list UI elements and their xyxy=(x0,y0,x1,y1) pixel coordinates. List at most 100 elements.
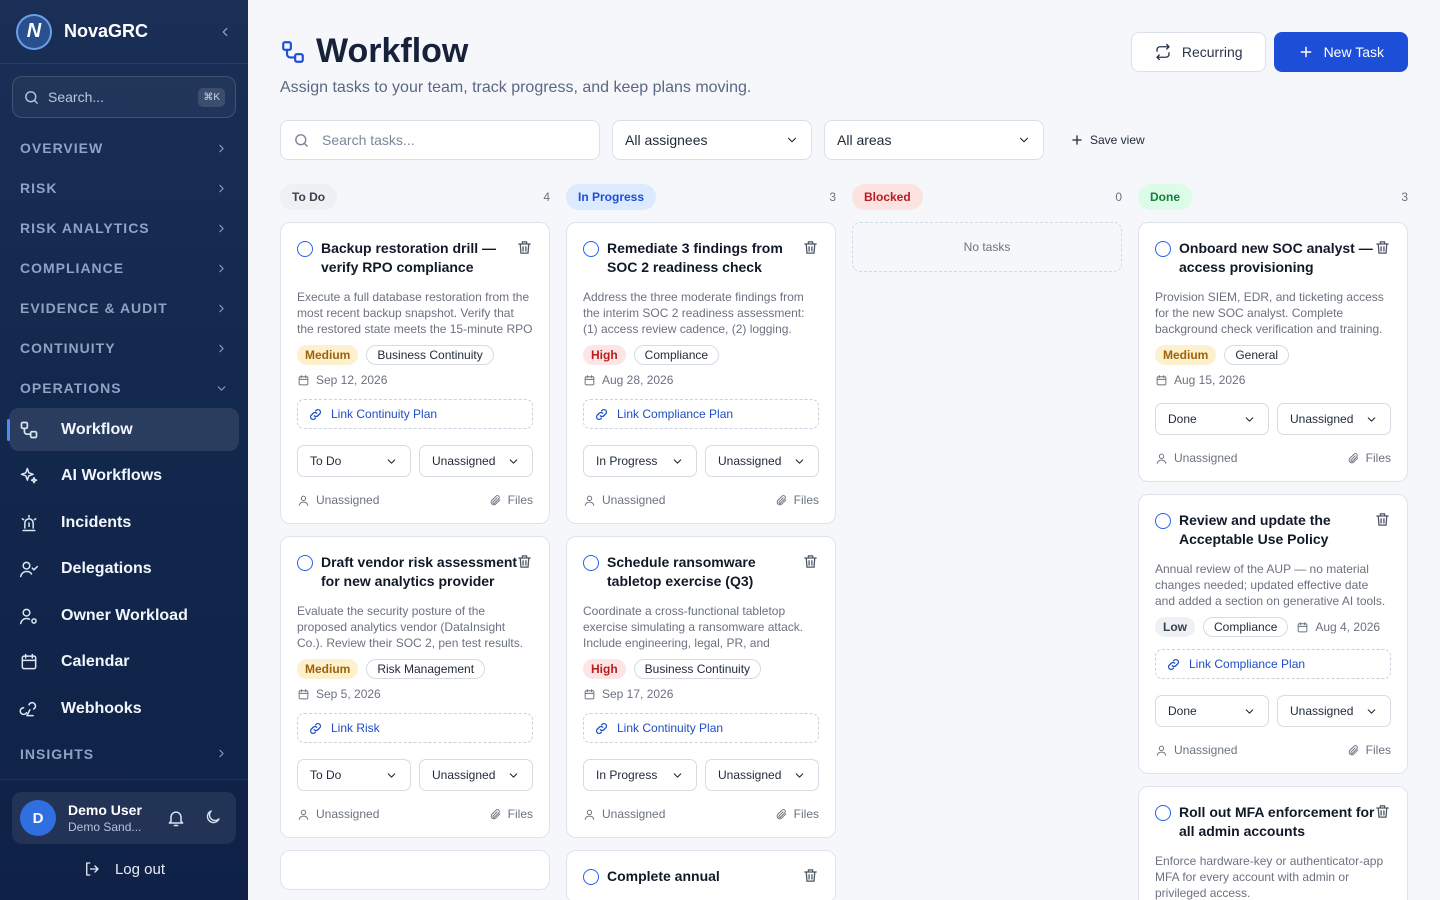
paperclip-icon xyxy=(1347,744,1360,757)
link-plan-button[interactable]: Link Continuity Plan xyxy=(583,713,819,743)
trash-icon[interactable] xyxy=(802,239,819,256)
chevron-right-icon xyxy=(215,222,228,235)
logout-button[interactable]: Log out xyxy=(0,844,248,894)
sidebar-search[interactable]: Search... ⌘K xyxy=(12,76,236,118)
assignee-select[interactable]: Unassigned xyxy=(1277,695,1391,727)
column-count: 4 xyxy=(543,190,550,204)
task-card[interactable]: Complete annual xyxy=(566,850,836,900)
assignee-filter[interactable]: All assignees xyxy=(612,120,812,160)
task-card[interactable]: Backup restoration drill — verify RPO co… xyxy=(280,222,550,524)
calendar-icon xyxy=(19,652,41,672)
status-select[interactable]: In Progress xyxy=(583,445,697,477)
task-card[interactable]: Review and update the Acceptable Use Pol… xyxy=(1138,494,1408,774)
complete-task-radio[interactable] xyxy=(1155,805,1171,821)
sidebar-item-webhooks[interactable]: Webhooks xyxy=(9,687,239,730)
sidebar-item-calendar[interactable]: Calendar xyxy=(9,641,239,684)
search-icon xyxy=(293,132,310,149)
sidebar-item-ai-workflows[interactable]: AI Workflows xyxy=(9,455,239,498)
new-task-button[interactable]: New Task xyxy=(1273,32,1408,72)
trash-icon[interactable] xyxy=(516,239,533,256)
complete-task-radio[interactable] xyxy=(297,241,313,257)
trash-icon[interactable] xyxy=(1374,239,1391,256)
sidebar-item-incidents[interactable]: Incidents xyxy=(9,501,239,544)
files-button[interactable]: Files xyxy=(489,493,533,507)
complete-task-radio[interactable] xyxy=(297,555,313,571)
column-count: 0 xyxy=(1115,190,1122,204)
owner-value: Unassigned xyxy=(316,493,380,507)
files-button[interactable]: Files xyxy=(1347,743,1391,757)
section-insights[interactable]: INSIGHTS xyxy=(0,734,248,774)
complete-task-radio[interactable] xyxy=(583,869,599,885)
user-name: Demo User xyxy=(68,802,142,818)
section-operations[interactable]: OPERATIONS xyxy=(0,368,248,408)
files-button[interactable]: Files xyxy=(775,493,819,507)
assignee-select[interactable]: Unassigned xyxy=(419,445,533,477)
status-select[interactable]: To Do xyxy=(297,759,411,791)
task-title: Schedule ransomware tabletop exercise (Q… xyxy=(607,554,756,589)
chevron-right-icon xyxy=(215,182,228,195)
chevron-down-icon xyxy=(1243,705,1256,718)
sidebar-item-workflow[interactable]: Workflow xyxy=(7,408,239,451)
task-card[interactable]: Roll out MFA enforcement for all admin a… xyxy=(1138,786,1408,900)
recurring-button[interactable]: Recurring xyxy=(1130,32,1266,72)
assignee-select[interactable]: Unassigned xyxy=(705,445,819,477)
section-evidence-audit[interactable]: EVIDENCE & AUDIT xyxy=(0,288,248,328)
area-filter[interactable]: All areas xyxy=(824,120,1044,160)
section-compliance[interactable]: COMPLIANCE xyxy=(0,248,248,288)
assignee-select[interactable]: Unassigned xyxy=(419,759,533,791)
page-header: Workflow Assign tasks to your team, trac… xyxy=(280,32,1408,97)
files-button[interactable]: Files xyxy=(1347,451,1391,465)
section-risk[interactable]: RISK xyxy=(0,168,248,208)
complete-task-radio[interactable] xyxy=(1155,241,1171,257)
chevron-down-icon xyxy=(1243,413,1256,426)
link-plan-button[interactable]: Link Compliance Plan xyxy=(583,399,819,429)
status-value: Done xyxy=(1168,704,1197,718)
trash-icon[interactable] xyxy=(516,553,533,570)
files-button[interactable]: Files xyxy=(489,807,533,821)
section-continuity[interactable]: CONTINUITY xyxy=(0,328,248,368)
status-select[interactable]: Done xyxy=(1155,403,1269,435)
save-view-button[interactable]: Save view xyxy=(1070,133,1145,147)
user-icon xyxy=(1155,744,1168,757)
files-label: Files xyxy=(507,807,533,821)
task-card[interactable]: Schedule ransomware tabletop exercise (Q… xyxy=(566,536,836,838)
status-select[interactable]: In Progress xyxy=(583,759,697,791)
section-overview[interactable]: OVERVIEW xyxy=(0,128,248,168)
section-label: CONTINUITY xyxy=(20,340,116,356)
trash-icon[interactable] xyxy=(1374,511,1391,528)
link-plan-button[interactable]: Link Continuity Plan xyxy=(297,399,533,429)
files-label: Files xyxy=(507,493,533,507)
task-search-input[interactable]: Search tasks... xyxy=(280,120,600,160)
status-select[interactable]: To Do xyxy=(297,445,411,477)
task-card[interactable]: Onboard new SOC analyst — access provisi… xyxy=(1138,222,1408,482)
task-card[interactable]: Draft vendor risk assessment for new ana… xyxy=(280,536,550,838)
assignee-select[interactable]: Unassigned xyxy=(705,759,819,791)
link-icon xyxy=(594,407,609,422)
moon-icon[interactable] xyxy=(204,808,222,828)
bell-icon[interactable] xyxy=(166,808,186,828)
trash-icon[interactable] xyxy=(1374,803,1391,820)
files-button[interactable]: Files xyxy=(775,807,819,821)
link-risk-button[interactable]: Link Risk xyxy=(297,713,533,743)
sidebar-item-owner-workload[interactable]: Owner Workload xyxy=(9,594,239,637)
due-date: Aug 28, 2026 xyxy=(602,373,674,387)
link-label: Link Continuity Plan xyxy=(617,721,724,735)
chevron-down-icon xyxy=(507,455,520,468)
collapse-sidebar-icon[interactable] xyxy=(218,25,232,39)
complete-task-radio[interactable] xyxy=(583,555,599,571)
section-risk-analytics[interactable]: RISK ANALYTICS xyxy=(0,208,248,248)
status-select[interactable]: Done xyxy=(1155,695,1269,727)
sidebar-item-delegations[interactable]: Delegations xyxy=(9,548,239,591)
column-status-pill: To Do xyxy=(280,184,338,210)
complete-task-radio[interactable] xyxy=(583,241,599,257)
link-icon xyxy=(308,721,323,736)
assignee-select[interactable]: Unassigned xyxy=(1277,403,1391,435)
trash-icon[interactable] xyxy=(802,867,819,884)
complete-task-radio[interactable] xyxy=(1155,513,1171,529)
trash-icon[interactable] xyxy=(802,553,819,570)
user-card[interactable]: D Demo User Demo Sand... xyxy=(12,792,236,844)
task-card[interactable]: Remediate 3 findings from SOC 2 readines… xyxy=(566,222,836,524)
novagrc-logo-icon[interactable]: N xyxy=(16,13,52,50)
task-card[interactable] xyxy=(280,850,550,890)
link-plan-button[interactable]: Link Compliance Plan xyxy=(1155,649,1391,679)
